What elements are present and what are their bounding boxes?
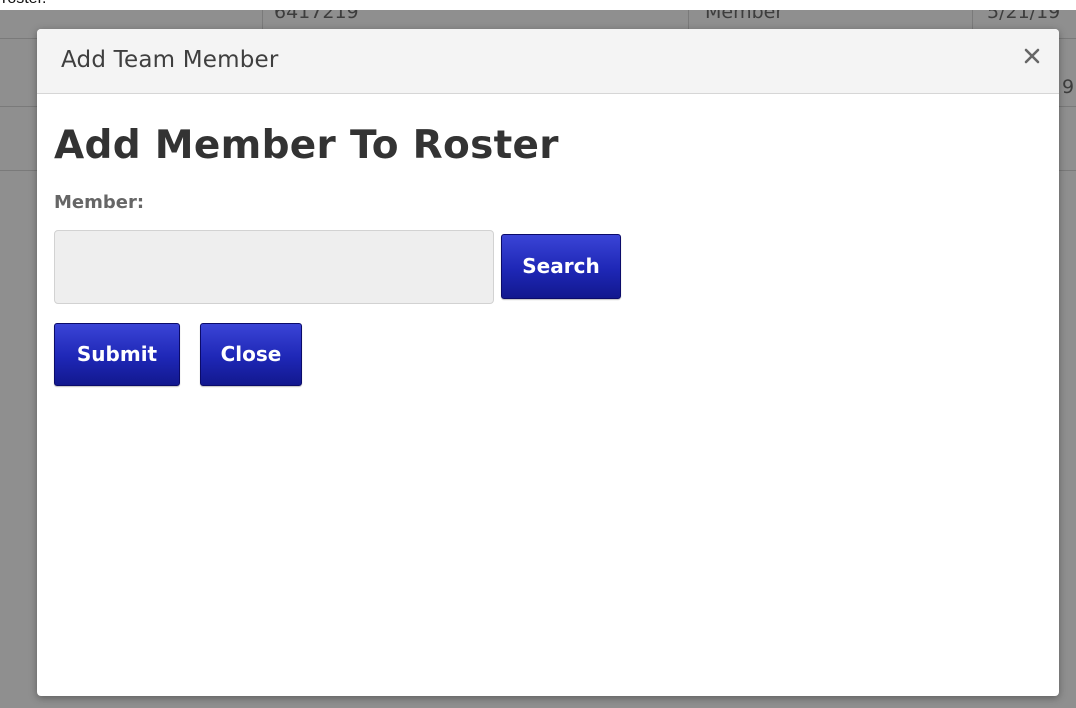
background-roster-text: roster. xyxy=(2,0,46,8)
background-member-date: 5/21/19 xyxy=(987,10,1061,23)
submit-button[interactable]: Submit xyxy=(54,323,180,386)
close-button[interactable]: Close xyxy=(200,323,302,386)
background-date-fragment: 9 xyxy=(1062,76,1075,98)
search-button[interactable]: Search xyxy=(501,234,621,299)
member-input[interactable] xyxy=(54,230,494,304)
background-member-id: 6417219 xyxy=(274,10,359,23)
background-member-role: Member xyxy=(705,10,784,23)
background-page-strip: roster. xyxy=(0,0,1076,10)
page-heading: Add Member To Roster xyxy=(54,123,559,168)
dialog-header: Add Team Member xyxy=(37,29,1059,94)
close-icon[interactable] xyxy=(1019,43,1045,69)
dialog-title: Add Team Member xyxy=(61,47,279,73)
dialog-body: Add Member To Roster Member: Search Subm… xyxy=(54,95,1042,696)
add-team-member-dialog: Add Team Member Add Member To Roster Mem… xyxy=(37,29,1059,696)
member-label: Member: xyxy=(54,192,145,213)
